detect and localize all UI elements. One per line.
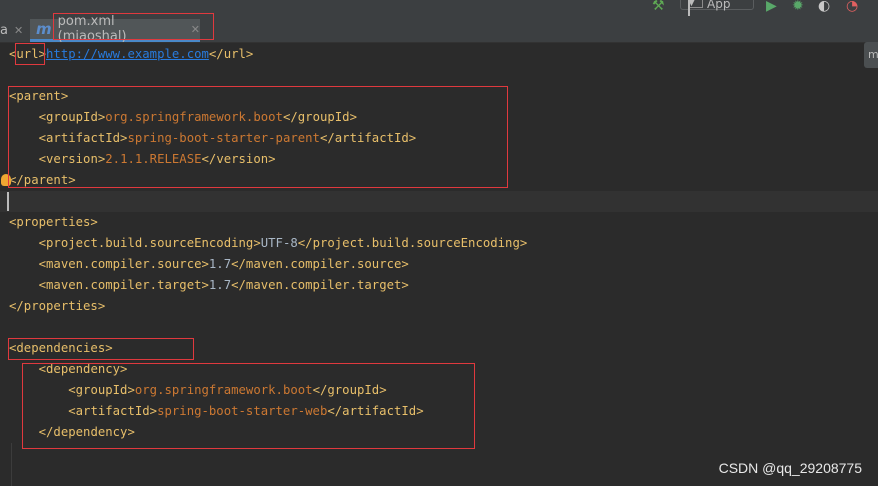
highlight-box-parent	[8, 86, 508, 188]
xml-close-tag: </project.build.sourceEncoding>	[297, 236, 528, 250]
xml-close-tag: </maven.compiler.source>	[231, 257, 409, 271]
code-line[interactable]	[0, 191, 878, 212]
highlight-box-url	[15, 43, 45, 65]
text-cursor	[7, 192, 9, 211]
coverage-icon[interactable]: ◐	[818, 0, 830, 14]
chevron-down-icon: ▼	[688, 0, 695, 16]
xml-close-tag: </maven.compiler.target>	[231, 278, 409, 292]
code-line[interactable]	[0, 65, 9, 86]
maven-file-icon: m	[36, 20, 52, 38]
close-icon[interactable]: ✕	[14, 24, 23, 37]
profile-icon[interactable]: ◔	[846, 0, 858, 14]
code-line[interactable]: </properties>	[0, 296, 105, 317]
code-line[interactable]	[0, 317, 9, 338]
code-line[interactable]: <properties>	[0, 212, 98, 233]
code-line[interactable]: <maven.compiler.source>1.7</maven.compil…	[0, 254, 409, 275]
xml-open-tag: <project.build.sourceEncoding>	[38, 236, 261, 250]
xml-open-tag: <maven.compiler.source>	[38, 257, 209, 271]
url-link[interactable]: http://www.example.com	[46, 47, 209, 61]
run-icon[interactable]: ▶	[766, 0, 777, 14]
run-configuration-label: App	[707, 0, 731, 11]
watermark: CSDN @qq_29208775	[718, 460, 862, 476]
xml-text: 1.7	[208, 278, 232, 292]
tab-previous-file[interactable]: a ✕	[0, 19, 28, 42]
highlight-box-dependency	[22, 363, 475, 449]
build-hammer-icon[interactable]: ⚒	[652, 0, 665, 14]
ide-window: a ✕ m pom.xml (miaoshal) ✕ ⚒ App ▼ ▶ ✹ ◐…	[0, 0, 878, 486]
xml-open-tag: <properties>	[9, 215, 98, 229]
tab-label: a	[0, 23, 8, 38]
indent-guide	[11, 443, 12, 486]
code-line[interactable]: <maven.compiler.target>1.7</maven.compil…	[0, 275, 409, 296]
highlight-box-tab	[53, 13, 214, 40]
xml-text: UTF-8	[260, 236, 298, 250]
code-line[interactable]: <project.build.sourceEncoding>UTF-8</pro…	[0, 233, 528, 254]
run-configuration-select[interactable]: App ▼	[680, 0, 754, 16]
xml-text: 1.7	[208, 257, 232, 271]
debug-icon[interactable]: ✹	[792, 0, 804, 14]
xml-close-tag: </url>	[208, 47, 254, 61]
xml-open-tag: <maven.compiler.target>	[38, 278, 209, 292]
highlight-box-dependencies	[8, 338, 194, 360]
xml-close-tag: </properties>	[9, 299, 106, 313]
